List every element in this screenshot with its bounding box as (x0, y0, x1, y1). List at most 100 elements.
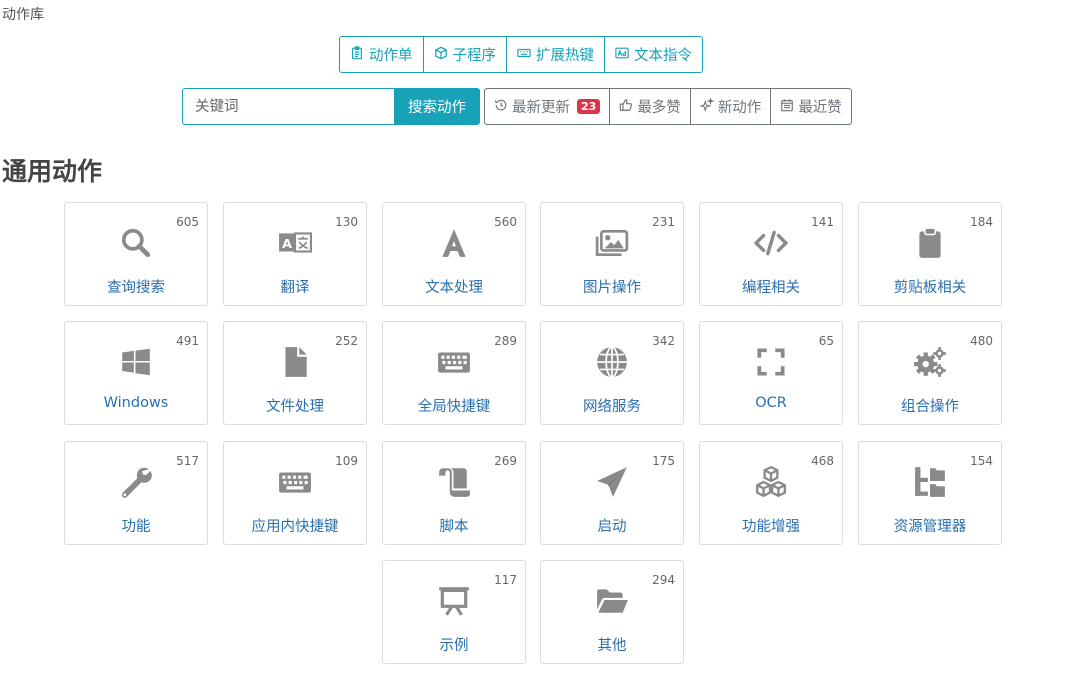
translate-icon: A (277, 225, 313, 261)
category-tile-enhancements[interactable]: 468 功能增强 (699, 441, 843, 545)
history-icon (494, 98, 508, 116)
category-label: 示例 (439, 638, 469, 654)
presentation-icon (436, 583, 472, 619)
category-tile-image-ops[interactable]: 231 图片操作 (540, 202, 684, 306)
category-label: 查询搜索 (107, 280, 165, 296)
thumbs-up-icon (619, 98, 633, 116)
category-count: 269 (494, 454, 517, 468)
category-tile-programming[interactable]: 141 编程相关 (699, 202, 843, 306)
search-button[interactable]: 搜索动作 (394, 88, 480, 125)
category-count: 294 (652, 573, 675, 587)
search-icon (118, 225, 154, 261)
category-label: 文本处理 (425, 280, 483, 296)
category-label: 网络服务 (583, 399, 641, 415)
category-tile-search[interactable]: 605 查询搜索 (64, 202, 208, 306)
sort-new-actions-button[interactable]: 新动作 (691, 89, 772, 124)
tab-text-command[interactable]: 文本指令 (605, 37, 702, 72)
category-label: 剪贴板相关 (893, 280, 967, 296)
category-tile-windows[interactable]: 491 Windows (64, 321, 208, 425)
category-label: 图片操作 (583, 280, 641, 296)
category-count: 605 (176, 215, 199, 229)
type-nav: 动作单 子程序 扩展热键 文本指令 (339, 36, 703, 73)
category-tile-examples[interactable]: 117 示例 (382, 560, 526, 664)
clipboard-icon (912, 225, 948, 261)
category-count: 175 (652, 454, 675, 468)
search-bar: 搜索动作 (182, 88, 480, 125)
folder-open-icon (594, 583, 630, 619)
category-tile-global-hotkeys[interactable]: 289 全局快捷键 (382, 321, 526, 425)
category-count: 560 (494, 215, 517, 229)
category-label: 文件处理 (266, 399, 324, 415)
category-count: 184 (970, 215, 993, 229)
sitemap-icon (912, 464, 948, 500)
sort-latest-update-button[interactable]: 最新更新 23 (485, 89, 611, 124)
category-label: 编程相关 (742, 280, 800, 296)
category-count: 468 (811, 454, 834, 468)
category-count: 517 (176, 454, 199, 468)
category-count: 480 (970, 334, 993, 348)
sort-recent-likes-button[interactable]: 最近赞 (771, 89, 851, 124)
category-label: 翻译 (280, 280, 310, 296)
images-icon (594, 225, 630, 261)
update-count-badge: 23 (577, 99, 601, 114)
tab-text-command-label: 文本指令 (634, 48, 692, 64)
category-label: 资源管理器 (893, 519, 967, 535)
calendar-icon (780, 98, 794, 116)
category-tile-app-hotkeys[interactable]: 109 应用内快捷键 (223, 441, 367, 545)
tab-hotkey-extension[interactable]: 扩展热键 (507, 37, 605, 72)
sort-most-likes-label: 最多赞 (637, 100, 681, 116)
section-title: 通用动作 (2, 157, 103, 186)
windows-icon (118, 344, 154, 380)
keyboard-icon (277, 464, 313, 500)
expand-icon (753, 344, 789, 380)
category-count: 109 (335, 454, 358, 468)
category-tile-other[interactable]: 294 其他 (540, 560, 684, 664)
wrench-icon (118, 464, 154, 500)
category-count: 154 (970, 454, 993, 468)
category-count: 141 (811, 215, 834, 229)
code-icon (753, 225, 789, 261)
keyboard-icon (436, 344, 472, 380)
category-label: 其他 (597, 638, 627, 654)
category-tile-launch[interactable]: 175 启动 (540, 441, 684, 545)
cubes-icon (753, 464, 789, 500)
tab-action-list-label: 动作单 (369, 48, 413, 64)
sparkle-icon (698, 96, 715, 116)
sort-buttons: 最新更新 23 最多赞 新动作 最近赞 (484, 88, 852, 125)
category-tile-functions[interactable]: 517 功能 (64, 441, 208, 545)
sort-recent-likes-label: 最近赞 (798, 100, 842, 116)
category-count: 252 (335, 334, 358, 348)
category-count: 231 (652, 215, 675, 229)
category-tile-scripts[interactable]: 269 脚本 (382, 441, 526, 545)
category-tile-clipboard[interactable]: 184 剪贴板相关 (858, 202, 1002, 306)
tab-action-list[interactable]: 动作单 (340, 37, 424, 72)
category-tile-text-processing[interactable]: 560 文本处理 (382, 202, 526, 306)
category-tile-file-explorer[interactable]: 154 资源管理器 (858, 441, 1002, 545)
search-input[interactable] (182, 88, 394, 125)
category-label: Windows (103, 395, 169, 411)
tab-subroutine[interactable]: 子程序 (424, 37, 507, 72)
category-label: 功能增强 (742, 519, 800, 535)
category-tile-file-processing[interactable]: 252 文件处理 (223, 321, 367, 425)
category-count: 342 (652, 334, 675, 348)
cube-icon (434, 46, 448, 64)
category-tile-combo-ops[interactable]: 480 组合操作 (858, 321, 1002, 425)
category-tile-translate[interactable]: 130 A 翻译 (223, 202, 367, 306)
category-count: 117 (494, 573, 517, 587)
sort-most-likes-button[interactable]: 最多赞 (610, 89, 691, 124)
globe-icon (594, 344, 630, 380)
category-tile-web-services[interactable]: 342 网络服务 (540, 321, 684, 425)
file-icon (277, 344, 313, 380)
breadcrumb: 动作库 (2, 7, 44, 23)
category-label: 启动 (597, 519, 627, 535)
keyboard-icon (517, 46, 531, 64)
category-label: 功能 (121, 519, 151, 535)
category-tile-ocr[interactable]: 65 OCR (699, 321, 843, 425)
ad-text-icon (615, 46, 629, 64)
font-icon (436, 225, 472, 261)
category-count: 491 (176, 334, 199, 348)
category-label: OCR (755, 395, 787, 411)
category-label: 组合操作 (901, 399, 959, 415)
category-count: 289 (494, 334, 517, 348)
scroll-icon (436, 464, 472, 500)
